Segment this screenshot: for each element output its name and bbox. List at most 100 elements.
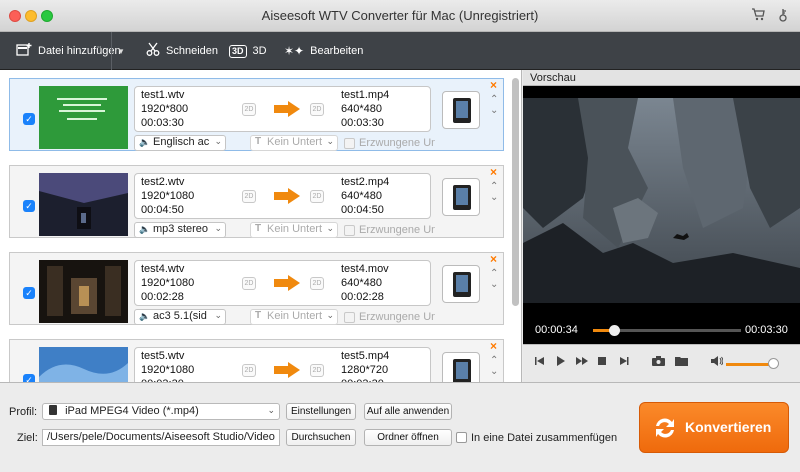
subtitle-value: Kein Untert bbox=[267, 136, 323, 148]
open-folder-button[interactable]: Ordner öffnen bbox=[364, 429, 452, 446]
source-resolution: 1920*1080 bbox=[141, 277, 195, 289]
audio-track-select[interactable]: 🔈 ac3 5.1(sid ⌄ bbox=[134, 309, 226, 325]
source-2d-badge: 2D bbox=[242, 364, 256, 377]
updown-icon[interactable]: ⌃ ⌄ bbox=[490, 268, 498, 290]
source-duration: 00:02:28 bbox=[141, 291, 184, 303]
merge-checkbox[interactable] bbox=[456, 432, 467, 443]
list-scrollbar[interactable] bbox=[512, 78, 519, 306]
convert-button[interactable]: Konvertieren bbox=[639, 402, 789, 453]
close-icon[interactable]: × bbox=[490, 78, 497, 92]
close-icon[interactable]: × bbox=[490, 339, 497, 353]
file-checkbox[interactable]: ✓ bbox=[23, 200, 35, 212]
key-icon[interactable] bbox=[778, 8, 788, 25]
source-name: test4.wtv bbox=[141, 263, 185, 275]
output-profile-button[interactable] bbox=[442, 352, 480, 382]
seek-track[interactable] bbox=[593, 325, 741, 336]
file-info-box: test1.wtv 1920*800 00:03:30 2D 2D test1.mp4 64… bbox=[134, 86, 431, 132]
arrow-right-icon bbox=[274, 275, 300, 291]
3d-button[interactable]: 3D 3D bbox=[229, 32, 267, 70]
updown-icon[interactable]: ⌃ ⌄ bbox=[490, 94, 498, 116]
output-profile-button[interactable] bbox=[442, 178, 480, 216]
updown-icon[interactable]: ⌃ ⌄ bbox=[490, 181, 498, 203]
chevron-down-icon: ⌄ bbox=[326, 310, 334, 320]
target-duration: 00:03:30 bbox=[341, 117, 384, 129]
add-file-button[interactable]: Datei hinzufügen bbox=[16, 32, 121, 70]
speaker-icon: 🔈 bbox=[139, 224, 151, 234]
edit-button[interactable]: ✶✦ Bearbeiten bbox=[284, 32, 363, 70]
file-checkbox[interactable]: ✓ bbox=[23, 113, 35, 125]
output-profile-button[interactable] bbox=[442, 265, 480, 303]
output-profile-button[interactable] bbox=[442, 91, 480, 129]
forced-subtitle-checkbox[interactable] bbox=[344, 225, 355, 236]
source-resolution: 1920*1080 bbox=[141, 364, 195, 376]
snapshot-icon[interactable] bbox=[652, 356, 665, 369]
chevron-down-icon: ⌄ bbox=[326, 136, 334, 146]
file-row[interactable]: ✓ test1.wtv 1920*800 00:03:30 2D 2D test1.mp4 6… bbox=[9, 78, 504, 151]
subtitle-select[interactable]: T Kein Untert ⌄ bbox=[250, 135, 338, 151]
forced-subtitle-label: Erzwungene Unt bbox=[359, 224, 435, 236]
player-controls bbox=[523, 344, 800, 382]
target-name: test2.mp4 bbox=[341, 176, 390, 188]
dest-field[interactable]: /Users/pele/Documents/Aiseesoft Studio/V… bbox=[42, 429, 280, 446]
file-row[interactable]: ✓ test2.wtv 1920*1080 00:04:50 2D 2D test2.mp4… bbox=[9, 165, 504, 238]
source-duration: 00:03:30 bbox=[141, 117, 184, 129]
play-icon[interactable] bbox=[556, 356, 566, 369]
cart-icon[interactable] bbox=[751, 8, 765, 24]
browse-button[interactable]: Durchsuchen bbox=[286, 429, 356, 446]
forward-icon[interactable] bbox=[576, 356, 588, 369]
video-thumbnail bbox=[39, 347, 128, 382]
seek-handle[interactable] bbox=[609, 325, 620, 336]
3d-label: 3D bbox=[252, 45, 267, 57]
settings-button[interactable]: Einstellungen bbox=[286, 403, 356, 420]
updown-icon[interactable]: ⌃ ⌄ bbox=[490, 355, 498, 377]
forced-subtitle-checkbox[interactable] bbox=[344, 312, 355, 323]
close-icon[interactable]: × bbox=[490, 252, 497, 266]
file-row[interactable]: ✓test5.wtv1920*108000:03:302D2Dtest5.mp4… bbox=[9, 339, 504, 382]
next-icon[interactable] bbox=[619, 356, 629, 369]
profile-select[interactable]: iPad MPEG4 Video (*.mp4) ⌄ bbox=[42, 403, 280, 420]
prev-icon[interactable] bbox=[535, 356, 545, 369]
target-duration: 00:04:50 bbox=[341, 204, 384, 216]
audio-track-value: ac3 5.1(sid bbox=[153, 310, 207, 322]
volume-slider[interactable] bbox=[726, 363, 773, 366]
volume-handle[interactable] bbox=[768, 358, 779, 369]
source-2d-badge: 2D bbox=[242, 103, 256, 116]
subtitle-icon: T bbox=[255, 310, 262, 321]
audio-track-select[interactable]: 🔈 mp3 stereo ⌄ bbox=[134, 222, 226, 238]
file-info-box: test5.wtv1920*108000:03:302D2Dtest5.mp41… bbox=[134, 347, 431, 382]
profile-device-icon bbox=[49, 405, 57, 415]
apply-all-button[interactable]: Auf alle anwenden bbox=[364, 403, 452, 420]
profile-value: iPad MPEG4 Video (*.mp4) bbox=[65, 405, 199, 417]
arrow-right-icon bbox=[274, 362, 300, 378]
target-duration: 00:02:28 bbox=[341, 291, 384, 303]
source-2d-badge: 2D bbox=[242, 277, 256, 290]
file-row[interactable]: ✓ test4.wtv 1920*1080 00:02:28 2D 2D test4.mov… bbox=[9, 252, 504, 325]
title-bar: Aiseesoft WTV Converter für Mac (Unregis… bbox=[0, 0, 800, 32]
volume-icon[interactable] bbox=[711, 356, 724, 369]
stop-icon[interactable] bbox=[598, 356, 607, 369]
subtitle-select[interactable]: T Kein Untert ⌄ bbox=[250, 309, 338, 325]
forced-subtitle-checkbox[interactable] bbox=[344, 138, 355, 149]
subtitle-value: Kein Untert bbox=[267, 310, 323, 322]
audio-track-select[interactable]: 🔈 Englisch ac ⌄ bbox=[134, 135, 226, 151]
merge-label: In eine Datei zusammenfügen bbox=[471, 432, 618, 444]
target-resolution: 640*480 bbox=[341, 277, 382, 289]
add-file-dropdown[interactable]: ▼ bbox=[111, 32, 127, 70]
file-checkbox[interactable]: ✓ bbox=[23, 287, 35, 299]
source-duration: 00:04:50 bbox=[141, 204, 184, 216]
subtitle-select[interactable]: T Kein Untert ⌄ bbox=[250, 222, 338, 238]
source-resolution: 1920*1080 bbox=[141, 190, 195, 202]
main-toolbar: Datei hinzufügen ▼ Schneiden 3D 3D ✶✦ Be… bbox=[0, 32, 800, 70]
folder-icon[interactable] bbox=[675, 356, 688, 369]
target-name: test5.mp4 bbox=[341, 350, 390, 362]
close-icon[interactable]: × bbox=[490, 165, 497, 179]
chevron-down-icon: ▼ bbox=[117, 46, 125, 56]
file-checkbox[interactable]: ✓ bbox=[23, 374, 35, 382]
timeline: 00:00:34 00:03:30 bbox=[523, 316, 800, 344]
video-thumbnail bbox=[39, 260, 128, 323]
cut-button[interactable]: Schneiden bbox=[146, 32, 218, 70]
target-2d-badge: 2D bbox=[310, 364, 324, 377]
source-name: test2.wtv bbox=[141, 176, 185, 188]
target-2d-badge: 2D bbox=[310, 103, 324, 116]
file-list[interactable]: ✓ test1.wtv 1920*800 00:03:30 2D 2D test1.mp4 6… bbox=[0, 70, 522, 382]
